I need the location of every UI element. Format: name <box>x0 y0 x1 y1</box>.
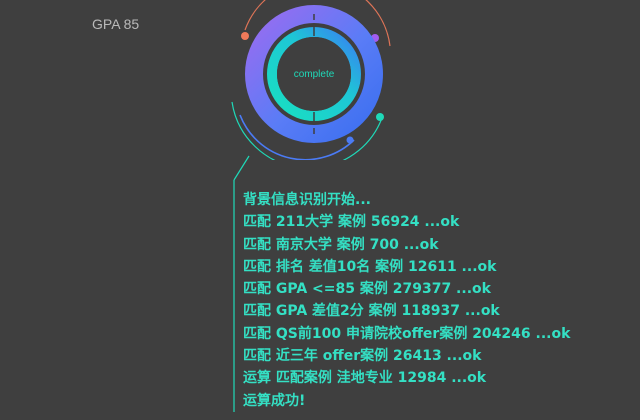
log-line: 背景信息识别开始... <box>243 192 371 208</box>
match-log: 背景信息识别开始... 匹配 211大学 案例 56924 ...ok 匹配 南… <box>243 189 570 412</box>
log-line: 匹配 GPA 差值2分 案例 118937 ...ok <box>243 303 500 320</box>
gpa-label: GPA 85 <box>92 16 140 32</box>
progress-status-text: complete <box>294 69 335 80</box>
dot-teal <box>376 113 384 121</box>
log-line: 匹配 近三年 offer案例 26413 ...ok <box>243 348 482 365</box>
dot-orange <box>241 32 249 40</box>
log-line: 运算成功! <box>243 392 306 409</box>
log-line: 匹配 GPA <=85 案例 279377 ...ok <box>243 281 491 298</box>
log-line: 匹配 211大学 案例 56924 ...ok <box>243 214 460 231</box>
log-line: 匹配 南京大学 案例 700 ...ok <box>243 236 439 253</box>
log-line: 匹配 QS前100 申请院校offer案例 204246 ...ok <box>243 325 571 342</box>
log-line: 运算 匹配案例 洼地专业 12984 ...ok <box>243 370 487 387</box>
log-line: 匹配 排名 差值10名 案例 12611 ...ok <box>243 258 497 275</box>
progress-ring: complete <box>222 0 402 160</box>
dot-blue <box>346 136 354 144</box>
